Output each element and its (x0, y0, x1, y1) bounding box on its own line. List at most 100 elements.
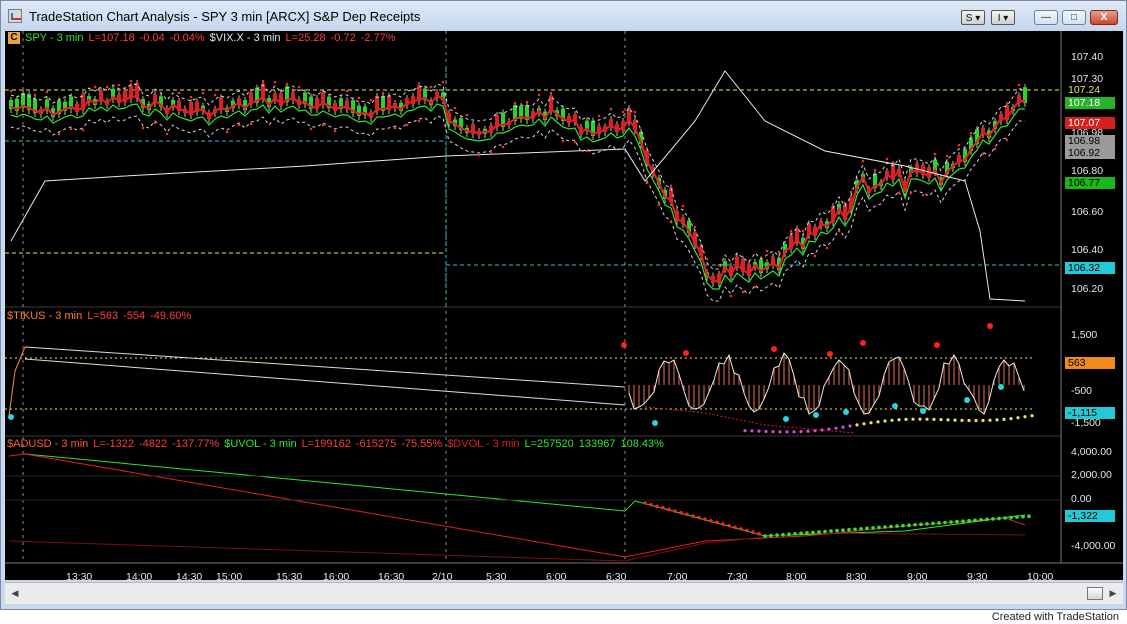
sar-dot (9, 89, 13, 93)
sar-dot (369, 98, 373, 102)
tikus-high-marker (683, 350, 689, 356)
adusd-dot (721, 522, 725, 526)
adusd-dot (955, 519, 959, 524)
sar-dot (1005, 138, 1009, 142)
adusd-axis-label: -4,000.00 (1071, 540, 1116, 552)
tikus-legend-item: -49.60% (150, 310, 192, 322)
minimize-button[interactable]: — (1034, 10, 1058, 25)
adusd-dot (667, 507, 671, 512)
title-bar[interactable]: TradeStation Chart Analysis - SPY 3 min … (1, 1, 1126, 31)
sar-dot (345, 89, 349, 93)
sar-dot (513, 101, 517, 105)
s-menu-button[interactable]: S ▾ (961, 10, 985, 25)
tikus-avg-dot (1002, 417, 1006, 421)
sar-dot (933, 152, 937, 156)
sar-dot (129, 79, 133, 83)
sar-dot (837, 229, 841, 233)
sar-dot (393, 126, 397, 130)
sar-dot (321, 123, 325, 127)
adusd-legend-item: 133967 (578, 438, 616, 450)
adusd-dot (895, 524, 899, 528)
scroll-right-icon[interactable]: ▶ (1107, 587, 1119, 599)
sar-dot (645, 181, 649, 185)
adusd-dot (937, 521, 941, 525)
adusd-legend-item: -137.77% (172, 438, 220, 450)
horizontal-scrollbar[interactable]: ◀ ▶ (5, 582, 1123, 604)
adusd-dot (883, 525, 887, 529)
tikus-low-marker (813, 412, 819, 418)
adusd-axis-label: 4,000.00 (1071, 446, 1112, 458)
close-button[interactable]: X (1090, 10, 1118, 25)
chart-window: TradeStation Chart Analysis - SPY 3 min … (0, 0, 1127, 610)
last-price-tag: 107.18 (1065, 97, 1115, 109)
adusd-axis-label: 0.00 (1071, 493, 1092, 505)
last-price-tag: 107.07 (1065, 117, 1115, 129)
adusd-dot (649, 502, 653, 507)
chart-badge[interactable]: C (8, 32, 20, 44)
sar-dot (141, 126, 145, 130)
tikus-avg-dot (743, 429, 747, 433)
tikus-line (628, 352, 1025, 415)
scroll-thumb[interactable] (1087, 587, 1103, 600)
chart-area[interactable]: C SPY - 3 min L=107.18 -0.04 -0.04% $VIX.X -… (5, 31, 1123, 583)
adusd-dot (1009, 515, 1013, 520)
sar-dot (717, 263, 721, 267)
sar-dot (477, 153, 481, 157)
sar-dot (693, 225, 697, 229)
window-title: TradeStation Chart Analysis - SPY 3 min … (29, 9, 421, 24)
tikus-avg-dot (869, 421, 873, 425)
adusd-last-tag: -1,322 (1065, 510, 1115, 522)
sar-dot (309, 127, 313, 131)
adusd-dot (805, 531, 809, 535)
uvol-line (24, 453, 1026, 537)
adusd-dot (817, 530, 821, 534)
adusd-dot (847, 527, 851, 532)
adusd-dot (739, 527, 743, 531)
tikus-high-marker (934, 342, 940, 348)
i-menu-button[interactable]: I ▾ (991, 10, 1015, 25)
tikus-avg-dot (925, 417, 929, 421)
tikus-avg-dot (1023, 415, 1027, 419)
adusd-dot (865, 526, 869, 531)
tikus-avg-dot (974, 418, 978, 423)
tikus-avg-dot (848, 424, 852, 428)
tikus-low-marker (783, 416, 789, 422)
dvol-line (8, 453, 1026, 558)
sar-dot (297, 85, 301, 89)
bollinger-band-line (10, 115, 1025, 302)
tikus-low-marker (652, 420, 658, 426)
adusd-dot (751, 530, 755, 534)
sar-dot (597, 114, 601, 118)
price-axis-label: 106.20 (1071, 283, 1104, 295)
adusd-legend-item: -75.55% (401, 438, 443, 450)
sar-dot (573, 140, 577, 144)
tikus-avg-dot (834, 426, 838, 430)
adusd-dot (757, 531, 761, 536)
sar-dot (969, 131, 973, 135)
sar-dot (585, 149, 589, 153)
adusd-dot (853, 527, 857, 532)
sar-dot (897, 191, 901, 195)
sar-dot (165, 132, 169, 136)
adusd-dot (949, 520, 953, 524)
tikus-avg-dot (897, 418, 901, 422)
price-legend: SPY - 3 min L=107.18 -0.04 -0.04% $VIX.X - 3… (25, 32, 401, 44)
tikus-avg-dot (967, 418, 971, 423)
adusd-dot (661, 506, 665, 510)
adusd-legend-item: $ADUSD - 3 min (7, 438, 89, 450)
tikus-avg-dot (757, 429, 761, 433)
sar-dot (669, 220, 673, 224)
sar-dot (273, 80, 277, 84)
sar-dot (225, 130, 229, 134)
tikus-avg-dot (981, 418, 985, 423)
chart-plot[interactable] (5, 31, 1123, 580)
sar-dot (417, 119, 421, 123)
tikus-avg-dot (890, 418, 894, 422)
adusd-dot (1027, 514, 1031, 518)
scroll-left-icon[interactable]: ◀ (9, 587, 21, 599)
tikus-avg-dot (785, 430, 789, 434)
adusd-legend: $ADUSD - 3 min L=-1322 -4822 -137.77% $UVOL … (7, 438, 669, 450)
sar-dot (681, 204, 685, 208)
adusd-dot (919, 522, 923, 527)
maximize-button[interactable]: □ (1062, 10, 1086, 25)
